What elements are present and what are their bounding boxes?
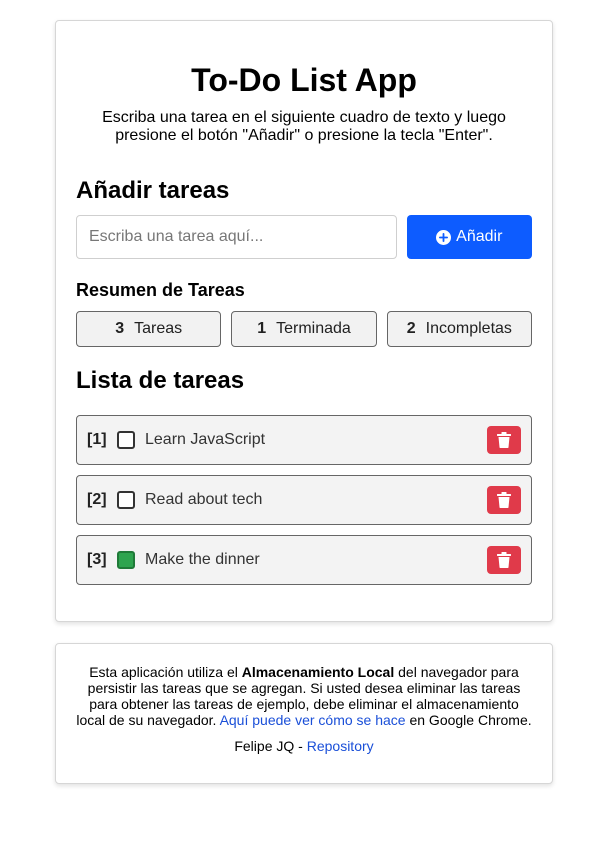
- trash-icon: [497, 492, 511, 508]
- add-task-form: Añadir: [76, 215, 532, 259]
- task-checkbox[interactable]: [117, 551, 135, 569]
- footer-text: Esta aplicación utiliza el Almacenamient…: [74, 664, 534, 728]
- stat-completed: 1 Terminada: [231, 311, 377, 347]
- stat-label: Tareas: [134, 320, 183, 337]
- main-card: To-Do List App Escriba una tarea en el s…: [55, 20, 553, 622]
- repository-link[interactable]: Repository: [307, 738, 374, 754]
- credit-line: Felipe JQ - Repository: [74, 738, 534, 754]
- footer-text-bold: Almacenamiento Local: [241, 664, 395, 680]
- stat-count: 1: [257, 320, 267, 337]
- stat-count: 2: [406, 320, 416, 337]
- task-item: [3] Make the dinner: [76, 535, 532, 585]
- footer-text-end: en Google Chrome.: [405, 712, 532, 728]
- credit-separator: -: [294, 738, 307, 754]
- page-title: To-Do List App: [191, 62, 417, 98]
- task-text: Read about tech: [145, 491, 263, 508]
- stat-incomplete: 2 Incompletas: [386, 311, 532, 347]
- instructions-text: Escriba una tarea en el siguiente cuadro…: [102, 109, 506, 144]
- task-text: Make the dinner: [145, 551, 260, 568]
- task-list: [1] Learn JavaScript [2] Read about tech…: [76, 415, 532, 585]
- task-checkbox[interactable]: [117, 491, 135, 509]
- task-checkbox[interactable]: [117, 431, 135, 449]
- task-index: [2]: [87, 491, 107, 508]
- delete-task-button[interactable]: [487, 426, 521, 454]
- stat-label: Incompletas: [425, 320, 512, 337]
- trash-icon: [497, 432, 511, 448]
- task-text: Learn JavaScript: [145, 431, 266, 448]
- task-item: [2] Read about tech: [76, 475, 532, 525]
- task-item: [1] Learn JavaScript: [76, 415, 532, 465]
- footer-text-intro: Esta aplicación utiliza el: [89, 664, 242, 680]
- chrome-help-link[interactable]: Aquí puede ver cómo se hace: [220, 712, 406, 728]
- footer-card: Esta aplicación utiliza el Almacenamient…: [55, 643, 553, 784]
- task-index: [3]: [87, 551, 107, 568]
- delete-task-button[interactable]: [487, 486, 521, 514]
- add-button-label: Añadir: [456, 228, 503, 245]
- summary-stats: 3 Tareas 1 Terminada 2 Incompletas: [76, 311, 532, 347]
- task-index: [1]: [87, 431, 107, 448]
- add-button[interactable]: Añadir: [406, 215, 532, 259]
- stat-count: 3: [115, 320, 125, 337]
- stat-label: Terminada: [276, 320, 351, 337]
- task-input[interactable]: [76, 215, 397, 259]
- stat-total: 3 Tareas: [76, 311, 222, 347]
- delete-task-button[interactable]: [487, 546, 521, 574]
- author-name: Felipe JQ: [234, 738, 295, 754]
- plus-circle-icon: [436, 229, 452, 245]
- summary-heading: Resumen de Tareas: [76, 280, 245, 300]
- task-list-heading: Lista de tareas: [76, 367, 245, 394]
- add-tasks-heading: Añadir tareas: [76, 177, 230, 204]
- trash-icon: [497, 552, 511, 568]
